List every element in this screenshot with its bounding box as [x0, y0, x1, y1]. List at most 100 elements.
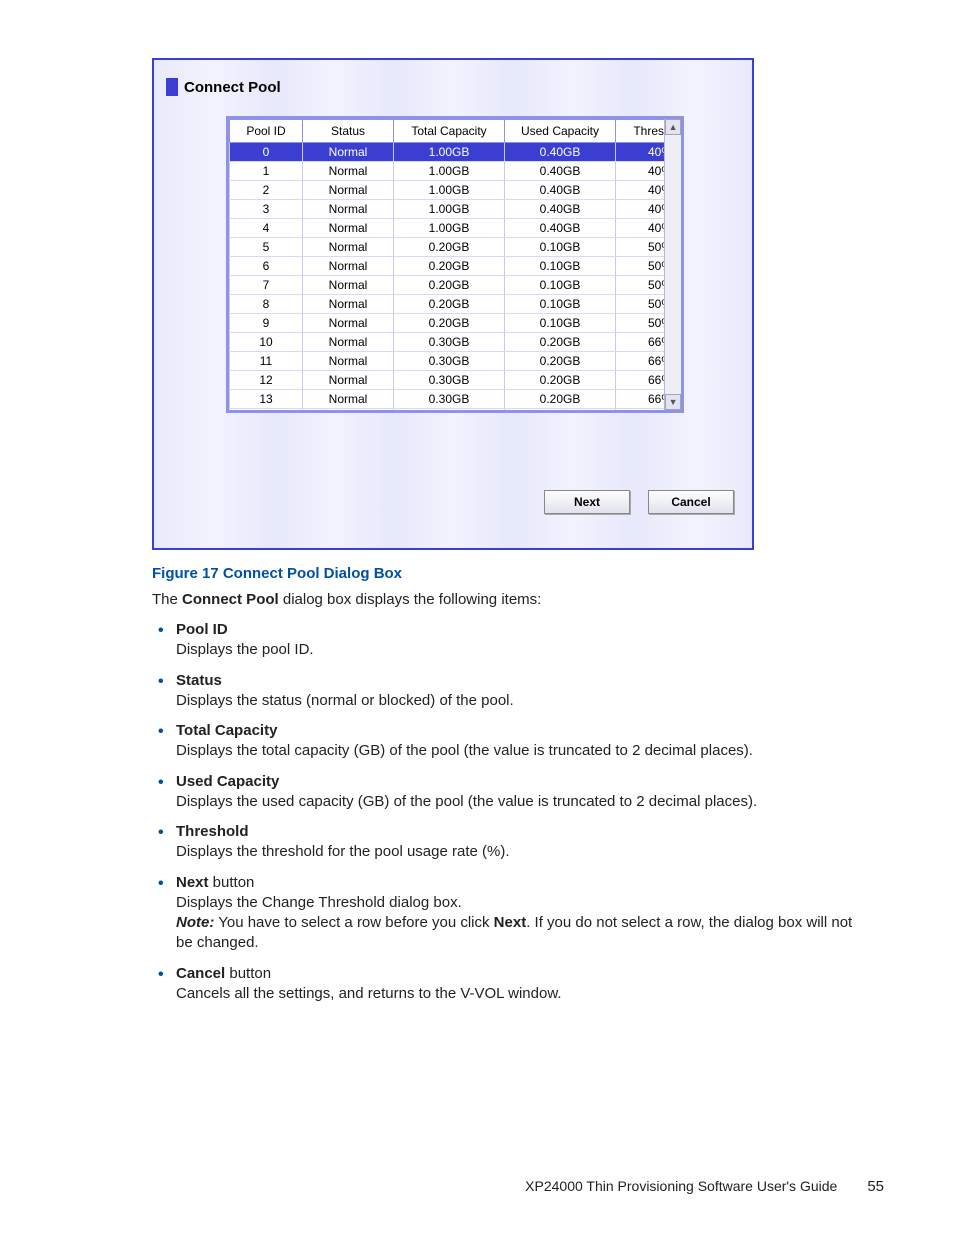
item-body: Cancels all the settings, and returns to…	[176, 984, 872, 1004]
table-cell: 0.10GB	[505, 238, 616, 257]
table-row[interactable]: 0Normal1.00GB0.40GB40%	[230, 143, 665, 162]
table-cell: 9	[230, 314, 303, 333]
next-button[interactable]: Next	[544, 490, 630, 514]
col-total-capacity[interactable]: Total Capacity	[394, 120, 505, 143]
table-cell: 6	[230, 257, 303, 276]
item-body: Displays the status (normal or blocked) …	[176, 691, 872, 711]
table-row[interactable]: 10Normal0.30GB0.20GB66%	[230, 333, 665, 352]
table-cell: 0.40GB	[505, 143, 616, 162]
table-cell: Normal	[303, 314, 394, 333]
table-cell: 4	[230, 219, 303, 238]
footer-guide-title: XP24000 Thin Provisioning Software User'…	[525, 1178, 837, 1194]
table-cell: 2	[230, 181, 303, 200]
table-row[interactable]: 3Normal1.00GB0.40GB40%	[230, 200, 665, 219]
table-cell: 66%	[616, 409, 665, 411]
table-cell: 0.10GB	[505, 276, 616, 295]
col-threshold[interactable]: Threshold	[616, 120, 665, 143]
table-cell: 0.20GB	[505, 409, 616, 411]
intro-post: dialog box displays the following items:	[279, 591, 542, 608]
table-cell: 8	[230, 295, 303, 314]
table-cell: 0.30GB	[394, 371, 505, 390]
table-row[interactable]: 5Normal0.20GB0.10GB50%	[230, 238, 665, 257]
table-row[interactable]: 4Normal1.00GB0.40GB40%	[230, 219, 665, 238]
table-cell: 50%	[616, 295, 665, 314]
table-cell: 0.40GB	[505, 162, 616, 181]
cancel-button[interactable]: Cancel	[648, 490, 734, 514]
table-cell: 5	[230, 238, 303, 257]
table-row[interactable]: 1Normal1.00GB0.40GB40%	[230, 162, 665, 181]
list-item: Status Displays the status (normal or blo…	[152, 671, 872, 712]
list-item: ThresholdDisplays the threshold for the …	[152, 822, 872, 863]
table-cell: 14	[230, 409, 303, 411]
table-cell: 0.20GB	[505, 390, 616, 409]
table-cell: Normal	[303, 333, 394, 352]
table-cell: Normal	[303, 200, 394, 219]
table-cell: Normal	[303, 352, 394, 371]
table-cell: Normal	[303, 390, 394, 409]
table-cell: 0.30GB	[394, 409, 505, 411]
item-body: Displays the Change Threshold dialog box…	[176, 893, 872, 913]
scroll-up-button[interactable]: ▲	[665, 119, 681, 135]
item-heading: Total Capacity	[176, 722, 277, 739]
description-list: Pool IDDisplays the pool ID. Status Displa…	[152, 620, 872, 1014]
page-footer: XP24000 Thin Provisioning Software User'…	[525, 1178, 884, 1195]
scroll-down-button[interactable]: ▼	[665, 394, 681, 410]
dialog-button-row: Next Cancel	[544, 490, 734, 514]
item-body: Displays the used capacity (GB) of the p…	[176, 792, 872, 812]
dialog-title: Connect Pool	[184, 79, 281, 96]
item-heading: Used Capacity	[176, 773, 279, 790]
table-row[interactable]: 6Normal0.20GB0.10GB50%	[230, 257, 665, 276]
list-item: Pool IDDisplays the pool ID.	[152, 620, 872, 661]
table-cell: 0	[230, 143, 303, 162]
table-row[interactable]: 8Normal0.20GB0.10GB50%	[230, 295, 665, 314]
table-cell: 0.20GB	[505, 333, 616, 352]
table-cell: 3	[230, 200, 303, 219]
list-item: Used Capacity Displays the used capacity …	[152, 772, 872, 813]
item-heading: Cancel button	[176, 965, 271, 982]
table-cell: 0.10GB	[505, 257, 616, 276]
table-cell: Normal	[303, 371, 394, 390]
table-cell: 0.30GB	[394, 390, 505, 409]
table-cell: 40%	[616, 219, 665, 238]
table-cell: 50%	[616, 276, 665, 295]
table-cell: Normal	[303, 257, 394, 276]
table-cell: 13	[230, 390, 303, 409]
table-row[interactable]: 2Normal1.00GB0.40GB40%	[230, 181, 665, 200]
pool-table-viewport[interactable]: Pool ID Status Total Capacity Used Capac…	[229, 119, 664, 410]
pool-table[interactable]: Pool ID Status Total Capacity Used Capac…	[229, 119, 664, 410]
table-cell: 50%	[616, 314, 665, 333]
table-row[interactable]: 7Normal0.20GB0.10GB50%	[230, 276, 665, 295]
table-cell: 0.20GB	[394, 238, 505, 257]
table-row[interactable]: 14Normal0.30GB0.20GB66%	[230, 409, 665, 411]
table-cell: 50%	[616, 238, 665, 257]
intro-text: The Connect Pool dialog box displays the…	[152, 590, 872, 610]
col-status[interactable]: Status	[303, 120, 394, 143]
table-cell: 0.40GB	[505, 181, 616, 200]
table-cell: Normal	[303, 143, 394, 162]
vertical-scrollbar[interactable]: ▲ ▼	[664, 119, 681, 410]
table-cell: 1.00GB	[394, 219, 505, 238]
dialog-title-bar: Connect Pool	[166, 78, 281, 96]
table-cell: 66%	[616, 390, 665, 409]
connect-pool-dialog: Connect Pool Pool ID Status Total Capaci…	[152, 58, 754, 550]
table-cell: Normal	[303, 162, 394, 181]
item-heading: Next button	[176, 874, 254, 891]
table-cell: 1.00GB	[394, 200, 505, 219]
table-row[interactable]: 9Normal0.20GB0.10GB50%	[230, 314, 665, 333]
table-row[interactable]: 12Normal0.30GB0.20GB66%	[230, 371, 665, 390]
item-heading: Pool ID	[176, 621, 228, 638]
table-cell: 0.20GB	[394, 314, 505, 333]
table-row[interactable]: 13Normal0.30GB0.20GB66%	[230, 390, 665, 409]
table-row[interactable]: 11Normal0.30GB0.20GB66%	[230, 352, 665, 371]
table-cell: 0.20GB	[505, 371, 616, 390]
col-used-capacity[interactable]: Used Capacity	[505, 120, 616, 143]
item-note: Note: You have to select a row before yo…	[176, 913, 872, 954]
intro-pre: The	[152, 591, 182, 608]
table-cell: Normal	[303, 219, 394, 238]
item-heading: Status	[176, 672, 222, 689]
intro-bold: Connect Pool	[182, 591, 279, 608]
col-pool-id[interactable]: Pool ID	[230, 120, 303, 143]
item-body: Displays the total capacity (GB) of the …	[176, 741, 872, 761]
table-cell: 0.40GB	[505, 200, 616, 219]
table-cell: Normal	[303, 409, 394, 411]
